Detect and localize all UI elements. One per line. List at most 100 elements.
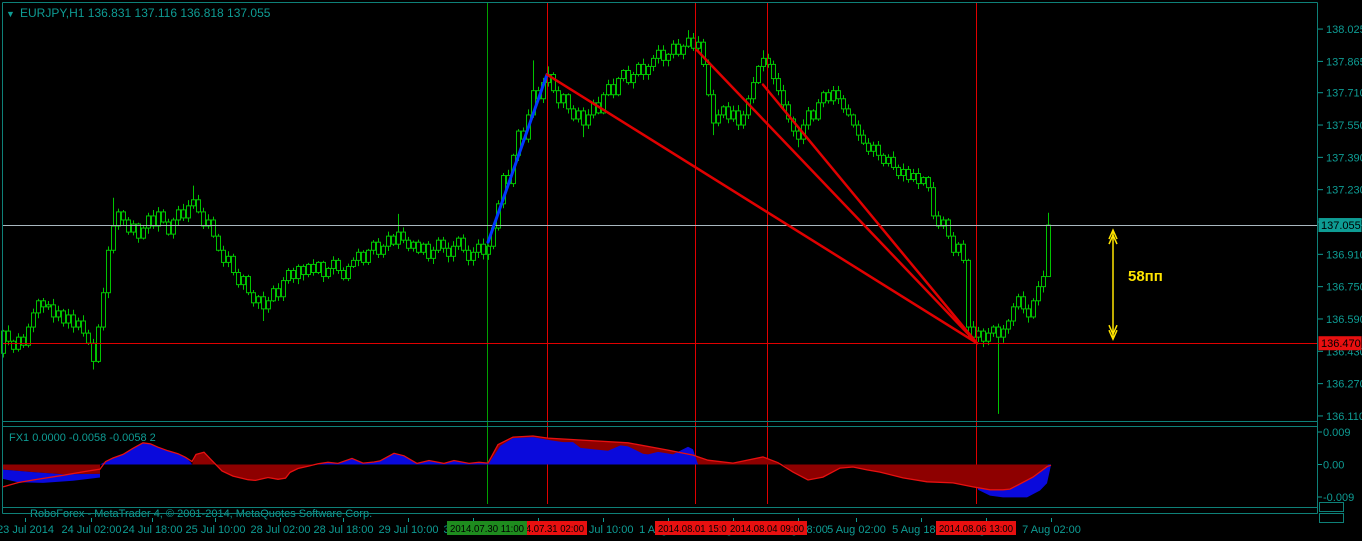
candle xyxy=(726,102,731,124)
candle xyxy=(831,85,836,105)
indicator-panel[interactable] xyxy=(2,435,1052,498)
candle xyxy=(116,208,121,230)
candle xyxy=(656,45,661,64)
trend-line[interactable] xyxy=(545,73,979,345)
candle xyxy=(181,203,186,222)
candle xyxy=(921,176,926,186)
time-tick-label: 7 Aug 02:00 xyxy=(1022,524,1081,536)
candle xyxy=(641,58,646,80)
candle xyxy=(781,84,786,109)
candle xyxy=(651,55,656,72)
time-tick-label: 24 Jul 02:00 xyxy=(62,524,122,536)
candle xyxy=(991,325,996,337)
candle xyxy=(51,298,56,323)
candle xyxy=(821,90,826,108)
candle xyxy=(906,166,911,183)
candle xyxy=(396,213,401,249)
candle xyxy=(86,329,91,345)
candle xyxy=(61,308,66,327)
candle xyxy=(466,245,471,266)
measure-arrow[interactable] xyxy=(1108,228,1118,342)
candle xyxy=(916,168,921,190)
axis-corner-box xyxy=(1319,513,1344,523)
candle xyxy=(861,129,866,145)
candle xyxy=(956,242,961,257)
candle xyxy=(401,227,406,244)
candle xyxy=(841,95,846,113)
pips-annotation-label: 58пп xyxy=(1128,268,1163,285)
candle xyxy=(836,85,841,105)
candle xyxy=(871,141,876,157)
candle xyxy=(586,109,591,129)
symbol-dropdown-icon[interactable]: ▼ xyxy=(6,9,15,19)
time-marker-label: 2014.08.04 09:00 xyxy=(730,523,804,535)
candle xyxy=(1006,318,1011,334)
price-tick-label: 137.390 xyxy=(1326,152,1362,164)
candle xyxy=(306,262,311,278)
time-tick-label: 23 Jul 2014 xyxy=(0,524,54,536)
candle xyxy=(711,89,716,136)
time-tick-label: 28 Jul 18:00 xyxy=(314,524,374,536)
chart-canvas[interactable]: 138.025 137.865 137.710 137.550 137.390 137.2… xyxy=(0,0,1362,541)
candle xyxy=(156,207,161,232)
candle xyxy=(351,257,356,268)
candle xyxy=(196,194,201,214)
price-chart-panel[interactable] xyxy=(1,30,1051,414)
indicator-tick-label: 0.009 xyxy=(1323,427,1351,439)
candle xyxy=(1021,291,1026,314)
candle xyxy=(106,246,111,299)
candle xyxy=(326,266,331,279)
time-marker-label: 2014.08.06 13:00 xyxy=(939,523,1013,535)
candle xyxy=(721,105,726,119)
candle xyxy=(211,216,216,238)
candle xyxy=(876,140,881,161)
candle xyxy=(996,323,1001,414)
candle xyxy=(121,210,126,225)
candle xyxy=(6,325,11,346)
candle xyxy=(276,283,281,301)
candle xyxy=(931,182,936,220)
candle xyxy=(81,315,86,337)
candle xyxy=(961,240,966,264)
candle xyxy=(241,274,246,290)
chart-objects-layer[interactable] xyxy=(3,3,1317,504)
candle xyxy=(631,71,636,89)
candle xyxy=(761,50,766,72)
candle xyxy=(716,109,721,127)
candle xyxy=(366,248,371,266)
trend-line[interactable] xyxy=(761,83,979,345)
candle xyxy=(416,239,421,255)
candle xyxy=(776,73,781,96)
candle xyxy=(406,236,411,252)
candle xyxy=(851,113,856,128)
candle xyxy=(346,263,351,282)
candle xyxy=(666,53,671,67)
candle xyxy=(611,78,616,99)
candle xyxy=(421,242,426,255)
time-tick-label: 29 Jul 10:00 xyxy=(379,524,439,536)
candle xyxy=(756,65,761,85)
candle xyxy=(231,253,236,276)
candle xyxy=(671,40,676,59)
candle xyxy=(101,287,106,331)
candle xyxy=(806,107,811,130)
candle xyxy=(1016,293,1021,310)
candle xyxy=(616,76,621,97)
trend-line[interactable] xyxy=(486,73,549,244)
candle xyxy=(936,211,941,229)
candle xyxy=(886,154,891,167)
candle xyxy=(161,209,166,224)
price-tick-label: 137.710 xyxy=(1326,88,1362,100)
candle xyxy=(891,151,896,171)
candle xyxy=(561,93,566,109)
candle xyxy=(236,268,241,288)
price-tick-label: 137.865 xyxy=(1326,56,1362,68)
candle xyxy=(336,258,341,274)
candle xyxy=(451,241,456,262)
candle xyxy=(471,247,476,266)
candle xyxy=(256,294,261,309)
candle xyxy=(461,234,466,253)
price-tick-label: 138.025 xyxy=(1326,24,1362,36)
candle xyxy=(686,30,691,48)
candle xyxy=(476,239,481,258)
